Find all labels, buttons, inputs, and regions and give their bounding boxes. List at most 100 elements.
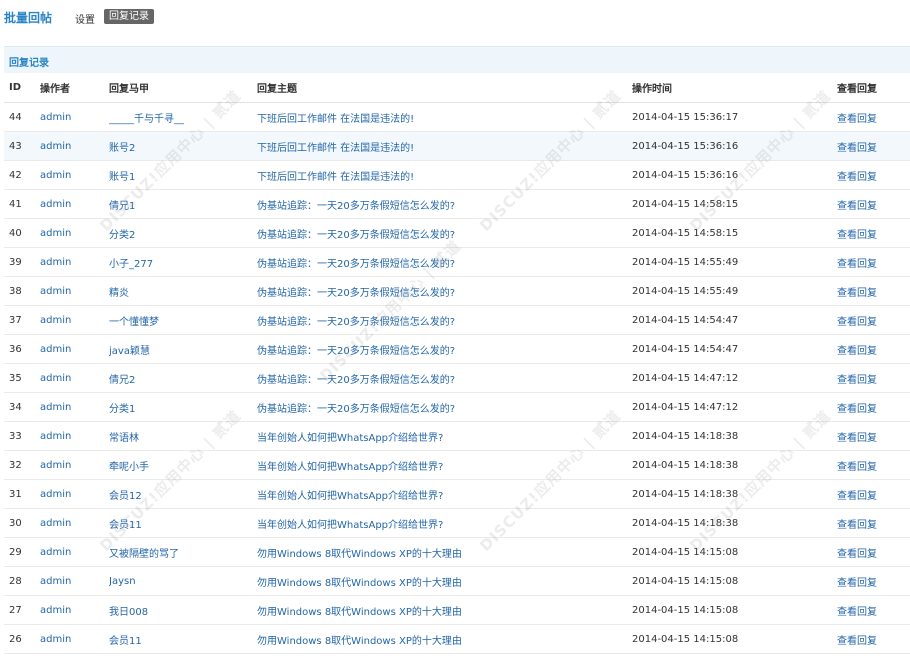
- row-operator-link[interactable]: admin: [40, 450, 109, 480]
- row-view-reply-link[interactable]: 查看回复: [837, 508, 910, 538]
- row-view-reply-link[interactable]: 查看回复: [837, 276, 910, 306]
- row-alias-link[interactable]: 常语林: [109, 421, 257, 451]
- row-subject-link[interactable]: 勿用Windows 8取代Windows XP的十大理由: [257, 624, 632, 654]
- row-time: 2014-04-15 14:15:08: [632, 595, 837, 625]
- row-operator-link[interactable]: admin: [40, 624, 109, 654]
- row-operator-link[interactable]: admin: [40, 363, 109, 393]
- row-time: 2014-04-15 14:54:47: [632, 334, 837, 364]
- row-operator-link[interactable]: admin: [40, 102, 109, 132]
- row-id: 44: [4, 102, 40, 132]
- row-subject-link[interactable]: 当年创始人如何把WhatsApp介绍给世界?: [257, 421, 632, 451]
- row-subject-link[interactable]: 当年创始人如何把WhatsApp介绍给世界?: [257, 450, 632, 480]
- row-alias-link[interactable]: 账号2: [109, 131, 257, 161]
- row-subject-link[interactable]: 勿用Windows 8取代Windows XP的十大理由: [257, 595, 632, 625]
- row-time: 2014-04-15 14:58:15: [632, 218, 837, 248]
- row-operator-link[interactable]: admin: [40, 334, 109, 364]
- row-view-reply-link[interactable]: 查看回复: [837, 305, 910, 335]
- row-operator-link[interactable]: admin: [40, 305, 109, 335]
- app-title: 批量回帖: [4, 11, 53, 25]
- row-view-reply-link[interactable]: 查看回复: [837, 160, 910, 190]
- row-view-reply-link[interactable]: 查看回复: [837, 218, 910, 248]
- row-subject-link[interactable]: 当年创始人如何把WhatsApp介绍给世界?: [257, 479, 632, 509]
- tab-reply-records[interactable]: 回复记录: [104, 9, 154, 24]
- row-time: 2014-04-15 14:55:49: [632, 247, 837, 277]
- row-view-reply-link[interactable]: 查看回复: [837, 624, 910, 654]
- row-subject-link[interactable]: 伪基站追踪：一天20多万条假短信怎么发的?: [257, 218, 632, 248]
- row-time: 2014-04-15 14:18:38: [632, 479, 837, 509]
- row-view-reply-link[interactable]: 查看回复: [837, 363, 910, 393]
- row-subject-link[interactable]: 伪基站追踪：一天20多万条假短信怎么发的?: [257, 305, 632, 335]
- row-alias-link[interactable]: 会员12: [109, 479, 257, 509]
- row-id: 33: [4, 421, 40, 451]
- row-operator-link[interactable]: admin: [40, 218, 109, 248]
- row-alias-link[interactable]: 小子_277: [109, 247, 257, 277]
- row-id: 31: [4, 479, 40, 509]
- row-id: 32: [4, 450, 40, 480]
- row-view-reply-link[interactable]: 查看回复: [837, 421, 910, 451]
- row-view-reply-link[interactable]: 查看回复: [837, 102, 910, 132]
- row-alias-link[interactable]: 账号1: [109, 160, 257, 190]
- row-alias-link[interactable]: Jaysn: [109, 566, 257, 596]
- row-subject-link[interactable]: 下班后回工作邮件 在法国是违法的!: [257, 131, 632, 161]
- row-time: 2014-04-15 14:15:08: [632, 537, 837, 567]
- row-alias-link[interactable]: 倩兄2: [109, 363, 257, 393]
- row-operator-link[interactable]: admin: [40, 595, 109, 625]
- row-operator-link[interactable]: admin: [40, 247, 109, 277]
- row-time: 2014-04-15 14:54:47: [632, 305, 837, 335]
- row-subject-link[interactable]: 伪基站追踪：一天20多万条假短信怎么发的?: [257, 392, 632, 422]
- row-operator-link[interactable]: admin: [40, 189, 109, 219]
- row-subject-link[interactable]: 伪基站追踪：一天20多万条假短信怎么发的?: [257, 247, 632, 277]
- row-alias-link[interactable]: 又被隔壁的骂了: [109, 537, 257, 567]
- table-row: 40 admin 分类2 伪基站追踪：一天20多万条假短信怎么发的? 2014-04-1…: [4, 218, 910, 248]
- row-subject-link[interactable]: 下班后回工作邮件 在法国是违法的!: [257, 160, 632, 190]
- row-view-reply-link[interactable]: 查看回复: [837, 479, 910, 509]
- row-operator-link[interactable]: admin: [40, 537, 109, 567]
- table-row: 31 admin 会员12 当年创始人如何把WhatsApp介绍给世界? 2014-04…: [4, 479, 910, 509]
- row-subject-link[interactable]: 伪基站追踪：一天20多万条假短信怎么发的?: [257, 189, 632, 219]
- row-subject-link[interactable]: 伪基站追踪：一天20多万条假短信怎么发的?: [257, 276, 632, 306]
- row-id: 27: [4, 595, 40, 625]
- row-view-reply-link[interactable]: 查看回复: [837, 566, 910, 596]
- row-operator-link[interactable]: admin: [40, 479, 109, 509]
- row-subject-link[interactable]: 伪基站追踪：一天20多万条假短信怎么发的?: [257, 334, 632, 364]
- row-alias-link[interactable]: 精炎: [109, 276, 257, 306]
- table-row: 27 admin 我日008 勿用Windows 8取代Windows XP的十大理由…: [4, 595, 910, 625]
- row-id: 37: [4, 305, 40, 335]
- row-view-reply-link[interactable]: 查看回复: [837, 334, 910, 364]
- row-subject-link[interactable]: 勿用Windows 8取代Windows XP的十大理由: [257, 537, 632, 567]
- row-alias-link[interactable]: java颖慧: [109, 334, 257, 364]
- row-operator-link[interactable]: admin: [40, 421, 109, 451]
- row-subject-link[interactable]: 勿用Windows 8取代Windows XP的十大理由: [257, 566, 632, 596]
- row-alias-link[interactable]: 会员11: [109, 624, 257, 654]
- row-time: 2014-04-15 14:15:08: [632, 624, 837, 654]
- row-operator-link[interactable]: admin: [40, 276, 109, 306]
- row-subject-link[interactable]: 当年创始人如何把WhatsApp介绍给世界?: [257, 508, 632, 538]
- row-alias-link[interactable]: 我日008: [109, 595, 257, 625]
- row-alias-link[interactable]: _____千与千寻__: [109, 102, 257, 132]
- row-alias-link[interactable]: 会员11: [109, 508, 257, 538]
- row-alias-link[interactable]: 一个懂懂梦: [109, 305, 257, 335]
- row-alias-link[interactable]: 分类2: [109, 218, 257, 248]
- row-view-reply-link[interactable]: 查看回复: [837, 247, 910, 277]
- row-view-reply-link[interactable]: 查看回复: [837, 392, 910, 422]
- row-id: 43: [4, 131, 40, 161]
- row-view-reply-link[interactable]: 查看回复: [837, 450, 910, 480]
- row-view-reply-link[interactable]: 查看回复: [837, 595, 910, 625]
- row-alias-link[interactable]: 牵呢小手: [109, 450, 257, 480]
- row-operator-link[interactable]: admin: [40, 508, 109, 538]
- row-view-reply-link[interactable]: 查看回复: [837, 189, 910, 219]
- column-header-view: 查看回复: [837, 73, 910, 103]
- row-alias-link[interactable]: 分类1: [109, 392, 257, 422]
- row-id: 29: [4, 537, 40, 567]
- row-operator-link[interactable]: admin: [40, 131, 109, 161]
- row-operator-link[interactable]: admin: [40, 566, 109, 596]
- row-subject-link[interactable]: 伪基站追踪：一天20多万条假短信怎么发的?: [257, 363, 632, 393]
- row-alias-link[interactable]: 倩兄1: [109, 189, 257, 219]
- row-operator-link[interactable]: admin: [40, 392, 109, 422]
- tab-settings[interactable]: 设置: [75, 11, 95, 26]
- row-subject-link[interactable]: 下班后回工作邮件 在法国是违法的!: [257, 102, 632, 132]
- row-operator-link[interactable]: admin: [40, 160, 109, 190]
- row-view-reply-link[interactable]: 查看回复: [837, 537, 910, 567]
- row-view-reply-link[interactable]: 查看回复: [837, 131, 910, 161]
- table-row: 33 admin 常语林 当年创始人如何把WhatsApp介绍给世界? 2014-04-…: [4, 421, 910, 451]
